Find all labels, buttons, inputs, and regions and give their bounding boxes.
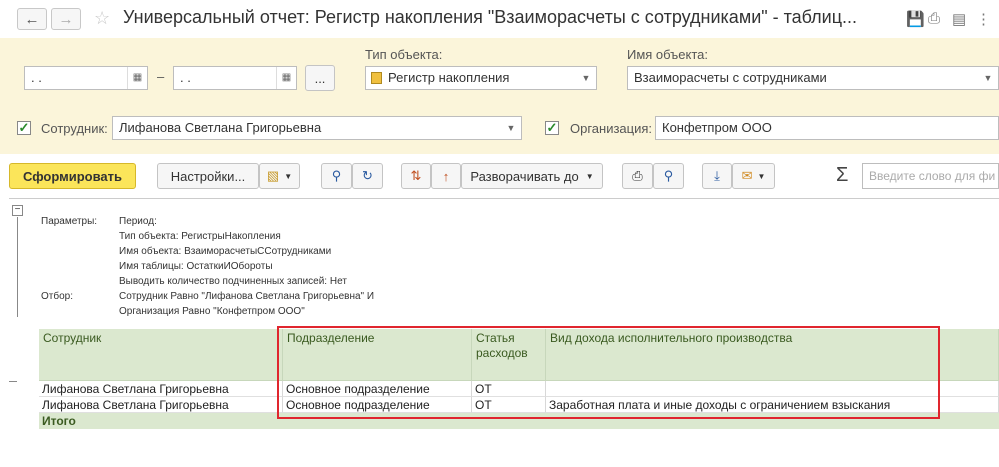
table-cell-employee[interactable]: Лифанова Светлана Григорьевна <box>39 397 283 413</box>
params-label: Параметры: <box>41 216 98 227</box>
back-button[interactable]: ← <box>17 8 47 30</box>
object-name-value: Взаиморасчеты с сотрудниками <box>634 70 827 85</box>
more-icon[interactable]: ⋮ <box>976 10 991 28</box>
column-header-employee[interactable]: Сотрудник <box>39 329 283 381</box>
expand-icon: ⇅ <box>410 168 422 183</box>
preview-icon: ⚲ <box>663 168 674 183</box>
print-icon: ⎙ <box>632 168 643 183</box>
report-area: − Параметры: Период: Тип объекта: Регист… <box>9 198 999 467</box>
collapse-icon: ↑ <box>442 168 450 184</box>
filter-panel: . . ▦ – . . ▦ ... Тип объекта: Регистр н… <box>0 38 999 154</box>
chevron-down-icon[interactable]: ▼ <box>978 67 998 89</box>
organization-value: Конфетпром ООО <box>662 120 772 135</box>
chevron-down-icon: ▼ <box>757 171 766 181</box>
param-object-name: Имя объекта: ВзаиморасчетыССотрудниками <box>119 246 332 257</box>
param-period: Период: <box>119 216 157 227</box>
date-from-value: . . <box>31 70 42 85</box>
organization-checkbox[interactable]: ✓ <box>545 121 559 135</box>
sum-icon[interactable]: Σ <box>836 164 848 187</box>
highlight-frame <box>277 326 940 419</box>
print-icon[interactable]: ⎙ <box>928 10 940 27</box>
date-to-field[interactable]: . . ▦ <box>173 66 297 90</box>
register-icon <box>371 72 382 84</box>
chevron-down-icon[interactable]: ▼ <box>576 67 596 89</box>
forward-button[interactable]: → <box>51 8 81 30</box>
period-select-button[interactable]: ... <box>305 65 335 91</box>
date-to-value: . . <box>180 70 191 85</box>
param-object-type: Тип объекта: РегистрыНакопления <box>119 231 281 242</box>
expand-groups-button[interactable]: ⇅ <box>401 163 431 189</box>
employee-field[interactable]: Лифанова Светлана Григорьевна ▼ <box>112 116 522 140</box>
filter-label: Отбор: <box>41 291 73 302</box>
employee-label: Сотрудник: <box>41 121 108 136</box>
calendar-icon[interactable]: ▦ <box>127 67 147 89</box>
group-line-bottom <box>9 381 17 382</box>
filter-organization: Организация Равно "Конфетпром ООО" <box>119 306 305 317</box>
object-type-select[interactable]: Регистр накопления ▼ <box>365 66 597 90</box>
object-type-label: Тип объекта: <box>365 47 443 62</box>
title-bar: ← → ☆ Универсальный отчет: Регистр накоп… <box>0 0 999 38</box>
total-label: Итого <box>42 414 76 428</box>
settings-button[interactable]: Настройки... <box>157 163 259 189</box>
chevron-down-icon: ▼ <box>585 171 594 181</box>
print-button[interactable]: ⎙ <box>622 163 653 189</box>
send-button[interactable]: ✉ ▼ <box>732 163 775 189</box>
search-icon: ⚲ <box>331 168 342 183</box>
expand-to-label: Разворачивать до <box>470 168 579 184</box>
chevron-down-icon: ▼ <box>284 171 293 181</box>
organization-label: Организация: <box>570 121 653 136</box>
save-button[interactable]: ⤓ <box>702 163 732 189</box>
param-show-count: Выводить количество подчиненных записей:… <box>119 276 347 287</box>
param-table-name: Имя таблицы: ОстаткиИОбороты <box>119 261 273 272</box>
filter-employee: Сотрудник Равно "Лифанова Светлана Григо… <box>119 291 375 302</box>
folder-icon: ▧ <box>266 168 280 183</box>
collapse-icon[interactable]: − <box>12 205 23 216</box>
arrow-left-icon: ← <box>24 10 40 28</box>
date-from-field[interactable]: . . ▦ <box>24 66 148 90</box>
employee-value: Лифанова Светлана Григорьевна <box>119 120 322 135</box>
group-line <box>17 217 18 317</box>
preview-icon[interactable]: ▤ <box>952 10 966 28</box>
window-title: Универсальный отчет: Регистр накопления … <box>123 7 858 27</box>
collapse-groups-button[interactable]: ↑ <box>431 163 461 189</box>
search-input[interactable]: Введите слово для фи <box>862 163 999 189</box>
object-name-select[interactable]: Взаиморасчеты с сотрудниками ▼ <box>627 66 999 90</box>
search-next-icon: ↻ <box>362 168 373 183</box>
generate-button[interactable]: Сформировать <box>9 163 136 189</box>
preview-button[interactable]: ⚲ <box>653 163 684 189</box>
object-type-value: Регистр накопления <box>388 70 510 85</box>
search-button[interactable]: ⚲ <box>321 163 352 189</box>
chevron-down-icon[interactable]: ▼ <box>501 117 521 139</box>
star-icon[interactable]: ☆ <box>94 8 110 29</box>
search-next-button[interactable]: ↻ <box>352 163 383 189</box>
arrow-right-icon: → <box>58 10 74 28</box>
table-cell-employee[interactable]: Лифанова Светлана Григорьевна <box>39 381 283 397</box>
date-separator: – <box>157 69 165 84</box>
variants-button[interactable]: ▧ ▼ <box>259 163 300 189</box>
expand-to-dropdown[interactable]: Разворачивать до ▼ <box>461 163 603 189</box>
save-icon[interactable]: 💾 <box>906 10 925 28</box>
calendar-icon[interactable]: ▦ <box>276 67 296 89</box>
download-icon: ⤓ <box>714 168 720 183</box>
object-name-label: Имя объекта: <box>627 47 709 62</box>
envelope-icon: ✉ <box>741 168 753 183</box>
employee-checkbox[interactable]: ✓ <box>17 121 31 135</box>
organization-field[interactable]: Конфетпром ООО <box>655 116 999 140</box>
